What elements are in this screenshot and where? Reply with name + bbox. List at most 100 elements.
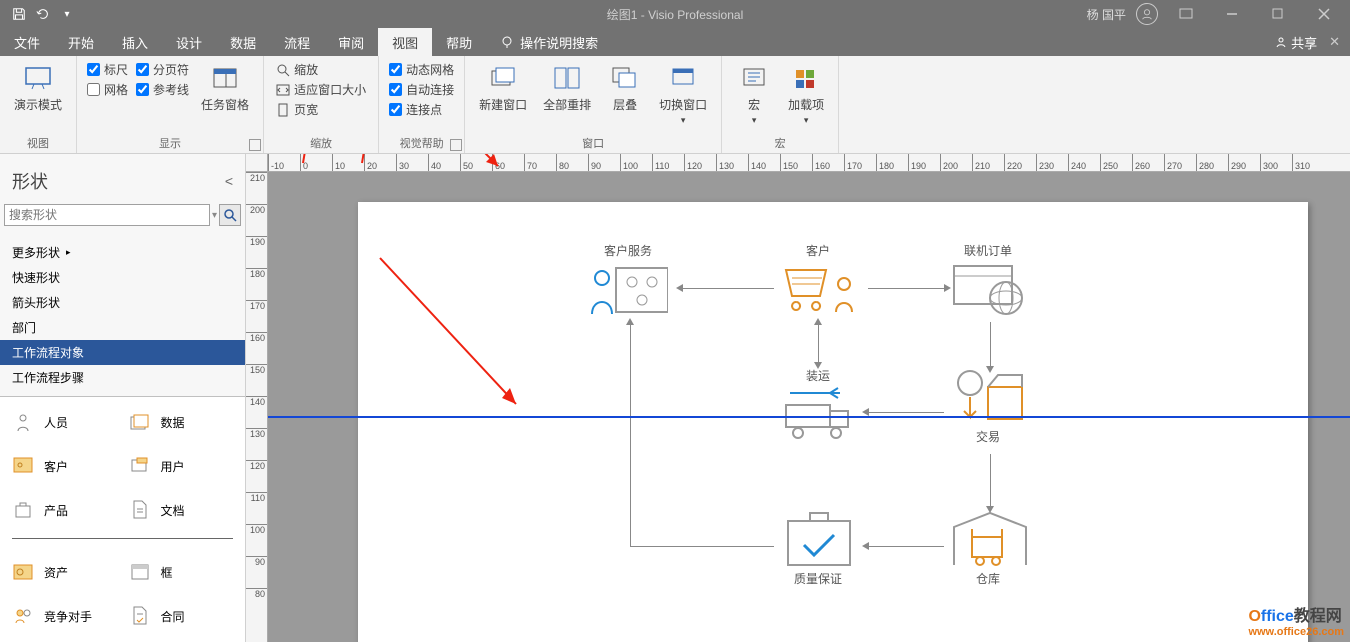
collapse-panel-icon[interactable]: <: [225, 173, 233, 189]
connector[interactable]: [868, 546, 944, 547]
ribbon: 演示模式 视图 标尺 网格 分页符 参考线 任务窗格 显示 缩放: [0, 56, 1350, 154]
presentation-mode-button[interactable]: 演示模式: [10, 60, 66, 115]
minimize-icon[interactable]: [1214, 0, 1250, 28]
task-panes-button[interactable]: 任务窗格: [197, 60, 253, 115]
node-online-order[interactable]: 联机订单: [948, 242, 1028, 317]
horizontal-guide[interactable]: [268, 416, 1350, 418]
connector[interactable]: [630, 322, 631, 546]
menu-process[interactable]: 流程: [270, 28, 324, 56]
search-button[interactable]: [219, 204, 241, 226]
pagebreaks-checkbox[interactable]: 分页符: [136, 60, 189, 79]
menu-review[interactable]: 审阅: [324, 28, 378, 56]
menu-data[interactable]: 数据: [216, 28, 270, 56]
category-arrow-shapes[interactable]: 箭头形状: [0, 290, 245, 315]
dynamic-grid-checkbox[interactable]: 动态网格: [389, 60, 454, 79]
category-quick-shapes[interactable]: 快速形状: [0, 265, 245, 290]
menu-view[interactable]: 视图: [378, 28, 432, 56]
switch-window-button[interactable]: 切换窗口▾: [655, 60, 711, 128]
cascade-button[interactable]: 层叠: [603, 60, 647, 115]
menu-help[interactable]: 帮助: [432, 28, 486, 56]
share-button[interactable]: 共享: [1275, 33, 1317, 52]
user-avatar-icon[interactable]: [1136, 3, 1158, 25]
auto-connect-checkbox[interactable]: 自动连接: [389, 80, 454, 99]
menu-design[interactable]: 设计: [162, 28, 216, 56]
save-icon[interactable]: [8, 3, 30, 25]
stencil-product[interactable]: 产品: [8, 492, 121, 528]
ruler-checkbox[interactable]: 标尺: [87, 60, 128, 79]
arrange-icon: [551, 62, 583, 94]
category-workflow-steps[interactable]: 工作流程步骤: [0, 365, 245, 390]
menu-tell[interactable]: 操作说明搜索: [486, 28, 612, 56]
macros-icon: [738, 62, 770, 94]
macros-button[interactable]: 宏▾: [732, 60, 776, 128]
warehouse-icon: [948, 512, 1028, 566]
maximize-icon[interactable]: [1260, 0, 1296, 28]
canvas-area[interactable]: -100102030405060708090100110120130140150…: [246, 154, 1350, 642]
menu-file[interactable]: 文件: [0, 28, 54, 56]
node-customer[interactable]: 客户: [778, 242, 858, 317]
node-shipping[interactable]: 装运: [778, 367, 858, 442]
node-customer-service[interactable]: 客户服务: [588, 242, 668, 317]
frame-icon: [129, 561, 151, 583]
menu-insert[interactable]: 插入: [108, 28, 162, 56]
stencil-data[interactable]: 数据: [125, 405, 238, 441]
new-window-button[interactable]: 新建窗口: [475, 60, 531, 115]
addins-button[interactable]: 加载项▾: [784, 60, 828, 128]
connector[interactable]: [868, 412, 944, 413]
connector[interactable]: [682, 288, 774, 289]
user-name: 杨 国平: [1087, 6, 1126, 23]
arrow-icon: [626, 318, 634, 325]
category-workflow-objects[interactable]: 工作流程对象: [0, 340, 245, 365]
ruler-corner[interactable]: [246, 154, 268, 172]
connector[interactable]: [630, 546, 774, 547]
node-qa[interactable]: 质量保证: [778, 512, 858, 587]
menubar: 文件 开始 插入 设计 数据 流程 审阅 视图 帮助 操作说明搜索 共享 ✕: [0, 28, 1350, 56]
arrange-all-button[interactable]: 全部重排: [539, 60, 595, 115]
data-icon: [129, 412, 151, 434]
annotation-arrow-3: [428, 154, 508, 176]
category-department[interactable]: 部门: [0, 315, 245, 340]
contract-icon: [129, 605, 151, 627]
stencil-customer[interactable]: 客户: [8, 449, 121, 485]
category-more-shapes[interactable]: 更多形状▸: [0, 240, 245, 265]
node-warehouse[interactable]: 仓库: [948, 512, 1028, 587]
qat-customize-icon[interactable]: ▾: [56, 3, 78, 25]
connection-points-checkbox[interactable]: 连接点: [389, 100, 454, 119]
addins-icon: [790, 62, 822, 94]
document-title: 绘图1 - Visio Professional: [607, 6, 744, 23]
shapes-title: 形状: [12, 168, 48, 194]
connector[interactable]: [818, 322, 819, 366]
close-icon[interactable]: [1306, 0, 1342, 28]
page-width-button[interactable]: 页宽: [274, 100, 368, 119]
visualaid-launcher-icon[interactable]: [450, 139, 462, 151]
stencil-competitor[interactable]: 竞争对手: [8, 598, 121, 634]
stencil-document[interactable]: 文档: [125, 492, 238, 528]
fit-icon: [276, 83, 290, 97]
watermark: OOffice教程网ffice教程网 www.office26.com: [1248, 602, 1344, 638]
group-label-macro: 宏: [732, 133, 828, 151]
connector[interactable]: [990, 454, 991, 510]
annotation-arrow-4: [376, 254, 526, 414]
stencil-asset[interactable]: 资产: [8, 555, 121, 591]
ruler-vertical[interactable]: 2102001901801701601501401301201101009080: [246, 172, 268, 642]
stencil-frame[interactable]: 框: [125, 555, 238, 591]
node-transaction[interactable]: 交易: [948, 370, 1028, 445]
guides-checkbox[interactable]: 参考线: [136, 80, 189, 99]
title-bar: ▾ 绘图1 - Visio Professional 杨 国平: [0, 0, 1350, 28]
menu-home[interactable]: 开始: [54, 28, 108, 56]
search-shapes-input[interactable]: [4, 204, 210, 226]
stencil-person[interactable]: 人员: [8, 405, 121, 441]
ribbon-options-icon[interactable]: [1168, 0, 1204, 28]
close-pane-icon[interactable]: ✕: [1329, 34, 1340, 50]
qa-icon: [778, 512, 858, 566]
fit-window-button[interactable]: 适应窗口大小: [274, 80, 368, 99]
show-launcher-icon[interactable]: [249, 139, 261, 151]
stencil-contract[interactable]: 合同: [125, 598, 238, 634]
online-order-icon: [948, 263, 1028, 317]
connector[interactable]: [868, 288, 944, 289]
zoom-button[interactable]: 缩放: [274, 60, 368, 79]
grid-checkbox[interactable]: 网格: [87, 80, 128, 99]
connector[interactable]: [990, 322, 991, 370]
undo-icon[interactable]: [32, 3, 54, 25]
stencil-user[interactable]: 用户: [125, 449, 238, 485]
